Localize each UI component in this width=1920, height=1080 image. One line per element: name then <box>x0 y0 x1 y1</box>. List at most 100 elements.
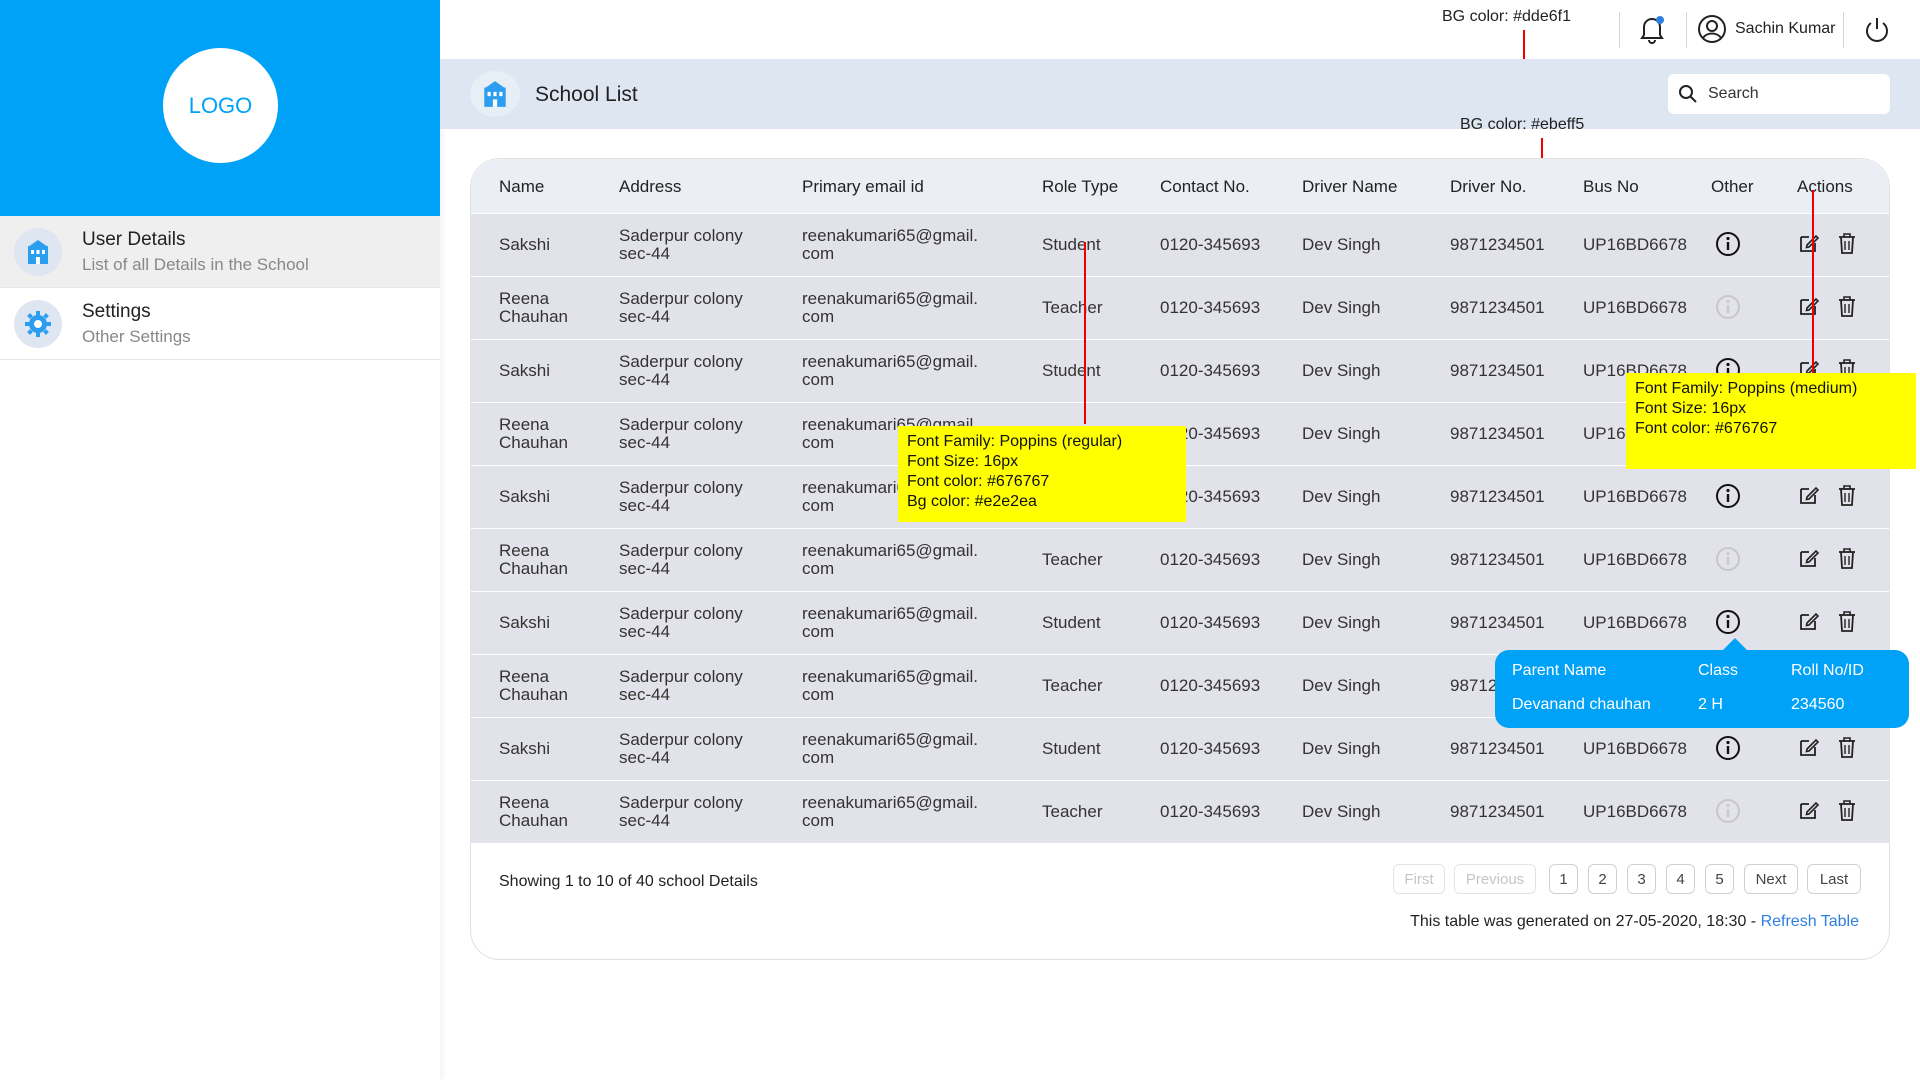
note-line: Font color: #676767 <box>1635 420 1778 437</box>
cell-role: Student <box>1042 739 1101 758</box>
cell-driver-name: Dev Singh <box>1302 550 1381 569</box>
user-menu[interactable]: Sachin Kumar <box>1697 14 1836 44</box>
pager-last-button[interactable]: Last <box>1807 864 1861 894</box>
email-line: com <box>802 685 835 704</box>
pager-page-5[interactable]: 5 <box>1705 864 1734 894</box>
edit-icon[interactable] <box>1797 483 1821 512</box>
column-header[interactable]: Role Type <box>1042 177 1118 197</box>
cell-driver-name: Dev Singh <box>1302 676 1381 695</box>
address-line: sec-44 <box>619 244 671 263</box>
delete-icon[interactable] <box>1836 798 1858 827</box>
column-header[interactable]: Driver Name <box>1302 177 1397 197</box>
divider <box>1843 12 1844 48</box>
column-header[interactable]: Bus No <box>1583 177 1639 197</box>
info-icon[interactable] <box>1715 294 1741 325</box>
note-line: Font Family: Poppins (regular) <box>907 433 1123 450</box>
annotation-bg-note: BG color: #ebeff5 <box>1460 116 1585 133</box>
pager-next-button[interactable]: Next <box>1744 864 1798 894</box>
cell-driver-no: 9871234501 <box>1450 613 1545 632</box>
delete-icon[interactable] <box>1836 609 1858 638</box>
column-header[interactable]: Contact No. <box>1160 177 1250 197</box>
sidebar-brand: LOGO <box>0 0 440 216</box>
delete-icon[interactable] <box>1836 483 1858 512</box>
email-line: com <box>802 307 835 326</box>
table-header: Name Address Primary email id Role Type … <box>471 159 1889 213</box>
cell-contact: 0120-345693 <box>1160 550 1261 569</box>
address-line: Saderpur colony <box>619 352 743 371</box>
delete-icon[interactable] <box>1836 735 1858 764</box>
email-line: reenakumari65@gmail. <box>802 352 979 371</box>
cell-role: Teacher <box>1042 298 1103 317</box>
delete-icon[interactable] <box>1836 294 1858 323</box>
power-icon[interactable] <box>1863 15 1891 50</box>
edit-icon[interactable] <box>1797 735 1821 764</box>
sidebar-item-settings[interactable]: Settings Other Settings <box>0 288 440 360</box>
pager-page-1[interactable]: 1 <box>1549 864 1578 894</box>
cell-email: reenakumari65@gmail. com <box>802 290 978 326</box>
email-line: com <box>802 748 835 767</box>
email-line: reenakumari65@gmail. <box>802 604 979 623</box>
edit-icon[interactable] <box>1797 546 1821 575</box>
cell-email: reenakumari65@gmail. com <box>802 542 978 578</box>
pager-previous-button[interactable]: Previous <box>1454 864 1536 894</box>
edit-icon[interactable] <box>1797 231 1821 260</box>
generated-timestamp: This table was generated on 27-05-2020, … <box>1410 913 1859 931</box>
note-line: Font Size: 16px <box>1635 400 1747 417</box>
cell-email: reenakumari65@gmail. com <box>802 668 978 704</box>
pager-page-4[interactable]: 4 <box>1666 864 1695 894</box>
email-line: com <box>802 370 835 389</box>
delete-icon[interactable] <box>1836 546 1858 575</box>
info-icon[interactable] <box>1715 609 1741 640</box>
address-line: Saderpur colony <box>619 478 743 497</box>
address-line: sec-44 <box>619 748 671 767</box>
edit-icon[interactable] <box>1797 798 1821 827</box>
cell-contact: 0120-345693 <box>1160 613 1261 632</box>
cell-address: Saderpur colony sec-44 <box>619 731 743 767</box>
cell-name: Sakshi <box>499 739 551 758</box>
logo[interactable]: LOGO <box>163 48 278 163</box>
pager-page-3[interactable]: 3 <box>1627 864 1656 894</box>
column-header[interactable]: Actions <box>1797 177 1853 197</box>
info-icon[interactable] <box>1715 798 1741 829</box>
info-icon[interactable] <box>1715 735 1741 766</box>
table-row[interactable]: Reena Chauhan Saderpur colony sec-44 reenak… <box>471 529 1889 591</box>
edit-icon[interactable] <box>1797 294 1821 323</box>
table-row[interactable]: Reena Chauhan Saderpur colony sec-44 reenak… <box>471 277 1889 339</box>
annotation-font-note: Font Family: Poppins (regular) Font Size… <box>898 426 1186 522</box>
column-header[interactable]: Driver No. <box>1450 177 1527 197</box>
column-header[interactable]: Address <box>619 177 681 197</box>
notification-bell-icon[interactable] <box>1638 14 1666 49</box>
pager-first-button[interactable]: First <box>1393 864 1445 894</box>
pager-page-2[interactable]: 2 <box>1588 864 1617 894</box>
cell-address: Saderpur colony sec-44 <box>619 227 743 263</box>
cell-email: reenakumari65@gmail. com <box>802 731 978 767</box>
cell-name: Sakshi <box>499 487 551 506</box>
cell-driver-name: Dev Singh <box>1302 802 1381 821</box>
table-row[interactable]: Sakshi Saderpur colony sec-44 reenakumari65… <box>471 592 1889 654</box>
column-header[interactable]: Primary email id <box>802 177 924 197</box>
school-building-icon <box>470 71 520 117</box>
divider <box>1686 12 1687 48</box>
table-row[interactable]: Sakshi Saderpur colony sec-44 reenakumari65… <box>471 214 1889 276</box>
search-placeholder: Search <box>1708 85 1759 102</box>
column-header[interactable]: Other <box>1711 177 1754 197</box>
cell-driver-name: Dev Singh <box>1302 298 1381 317</box>
search-input[interactable]: Search <box>1668 74 1890 114</box>
refresh-table-link[interactable]: Refresh Table <box>1761 913 1859 930</box>
column-header[interactable]: Name <box>499 177 544 197</box>
cell-driver-name: Dev Singh <box>1302 613 1381 632</box>
email-line: reenakumari65@gmail. <box>802 793 979 812</box>
sidebar-item-sublabel: Other Settings <box>82 326 191 346</box>
user-avatar-icon <box>1698 15 1726 43</box>
address-line: Saderpur colony <box>619 541 743 560</box>
sidebar-item-user-details[interactable]: User Details List of all Details in the … <box>0 216 440 288</box>
info-icon[interactable] <box>1715 483 1741 514</box>
info-icon[interactable] <box>1715 546 1741 577</box>
sidebar-item-sublabel: List of all Details in the School <box>82 254 309 274</box>
popup-value: Devanand chauhan <box>1512 696 1651 713</box>
info-icon[interactable] <box>1715 231 1741 262</box>
delete-icon[interactable] <box>1836 231 1858 260</box>
table-row[interactable]: Reena Chauhan Saderpur colony sec-44 reenak… <box>471 781 1889 843</box>
gear-icon <box>14 299 62 348</box>
edit-icon[interactable] <box>1797 609 1821 638</box>
